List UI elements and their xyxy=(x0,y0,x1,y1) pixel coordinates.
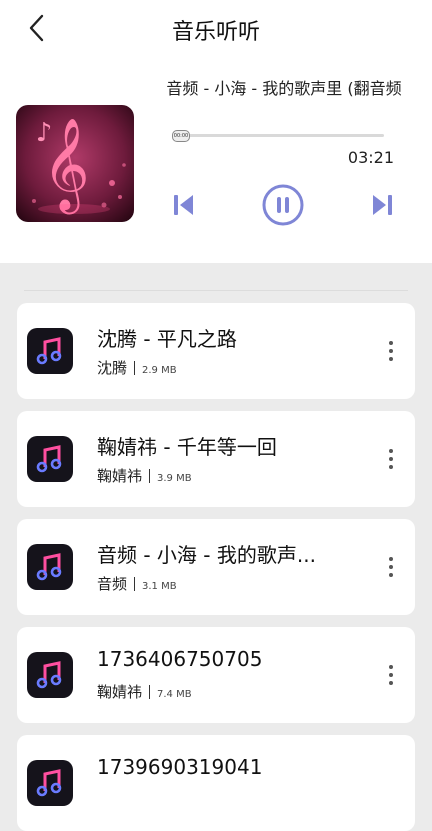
song-meta: 鞠婧祎 7.4 MB xyxy=(97,681,192,702)
more-vertical-icon[interactable] xyxy=(381,445,401,473)
song-title: 鞠婧祎 - 千年等一回 xyxy=(97,435,277,459)
song-item[interactable]: 沈腾 - 平凡之路 沈腾 2.9 MB xyxy=(17,303,415,399)
song-size: 3.1 MB xyxy=(142,581,177,592)
progress-thumb[interactable]: 00:00 xyxy=(172,130,190,142)
song-item[interactable]: 1739690319041 xyxy=(17,735,415,831)
duration-label: 03:21 xyxy=(347,148,394,167)
song-title: 1736406750705 xyxy=(97,647,263,671)
song-title: 1739690319041 xyxy=(97,755,263,779)
music-note-icon xyxy=(27,544,73,590)
song-item[interactable]: 1736406750705 鞠婧祎 7.4 MB xyxy=(17,627,415,723)
divider xyxy=(24,290,408,291)
more-vertical-icon[interactable] xyxy=(381,661,401,689)
separator xyxy=(134,361,136,375)
song-artist: 鞠婧祎 xyxy=(97,683,143,701)
separator xyxy=(149,685,151,699)
song-artist: 沈腾 xyxy=(97,359,128,377)
album-cover: 𝄞 ♪ xyxy=(16,105,134,222)
song-item[interactable]: 鞠婧祎 - 千年等一回 鞠婧祎 3.9 MB xyxy=(17,411,415,507)
svg-text:♪: ♪ xyxy=(36,118,53,148)
separator xyxy=(149,469,151,483)
song-artist: 鞠婧祎 xyxy=(97,467,143,485)
song-meta: 音频 3.1 MB xyxy=(97,573,177,594)
song-size: 7.4 MB xyxy=(157,689,192,700)
pause-button[interactable] xyxy=(261,183,305,227)
skip-next-icon[interactable] xyxy=(370,192,394,218)
player-panel: 音乐听听 𝄞 ♪ 音频 - 小海 - 我的歌声里 (翻音频 00:00 03:2… xyxy=(0,0,432,263)
song-artist: 音频 xyxy=(97,575,128,593)
song-meta: 鞠婧祎 3.9 MB xyxy=(97,465,192,486)
song-item[interactable]: 音频 - 小海 - 我的歌声... 音频 3.1 MB xyxy=(17,519,415,615)
more-vertical-icon[interactable] xyxy=(381,337,401,365)
progress-bar[interactable]: 00:00 xyxy=(172,130,384,142)
now-playing-title: 音频 - 小海 - 我的歌声里 (翻音频 xyxy=(166,79,402,98)
song-title: 音频 - 小海 - 我的歌声... xyxy=(97,543,316,567)
song-list: 沈腾 - 平凡之路 沈腾 2.9 MB 鞠婧祎 - 千年等一回 鞠婧祎 3.9 MB… xyxy=(0,263,432,831)
skip-previous-icon[interactable] xyxy=(172,192,196,218)
music-note-icon xyxy=(27,652,73,698)
more-vertical-icon[interactable] xyxy=(381,553,401,581)
song-size: 3.9 MB xyxy=(157,473,192,484)
song-title: 沈腾 - 平凡之路 xyxy=(97,327,237,351)
song-size: 2.9 MB xyxy=(142,365,177,376)
song-meta: 沈腾 2.9 MB xyxy=(97,357,177,378)
separator xyxy=(134,577,136,591)
page-title: 音乐听听 xyxy=(171,20,260,45)
music-note-icon xyxy=(27,436,73,482)
music-note-icon xyxy=(27,328,73,374)
music-note-icon xyxy=(27,760,73,806)
